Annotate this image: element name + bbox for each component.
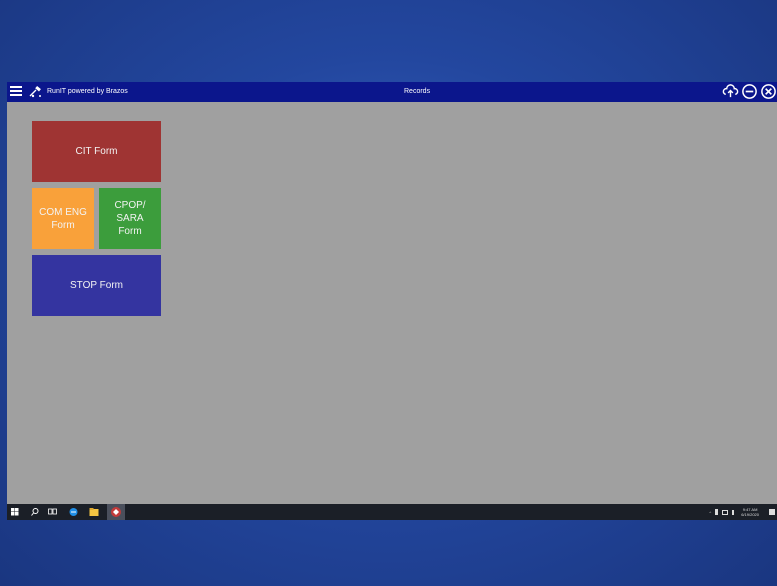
window-controls <box>722 83 777 100</box>
tile-label: Form <box>51 219 75 231</box>
chevron-up-icon[interactable]: ^ <box>709 510 711 515</box>
edge-browser-icon[interactable] <box>69 507 78 517</box>
cloud-sync-icon[interactable] <box>722 83 739 100</box>
file-explorer-icon[interactable] <box>89 507 99 517</box>
minimize-icon[interactable] <box>741 83 758 100</box>
app-name: RunIT powered by Brazos <box>47 88 128 95</box>
taskbar: ^ 9:47 AM 6/19/2020 <box>7 504 777 520</box>
tile-label: CPOP/ <box>114 200 146 211</box>
volume-icon[interactable] <box>732 509 737 515</box>
app-window: RunIT powered by Brazos Records CIT Form… <box>7 82 777 520</box>
cit-form-tile[interactable]: CIT Form <box>32 121 161 182</box>
close-icon[interactable] <box>760 83 777 100</box>
search-icon[interactable] <box>31 507 39 517</box>
network-icon[interactable] <box>722 509 729 515</box>
tile-label: SARA <box>116 213 144 224</box>
com-eng-form-tile[interactable]: COM ENG Form <box>32 188 94 249</box>
tile-label: COM ENG <box>39 206 87 218</box>
notifications-icon[interactable] <box>769 509 775 515</box>
page-title: Records <box>404 88 431 95</box>
tile-label: STOP Form <box>70 280 123 291</box>
runit-app-icon[interactable] <box>107 504 125 520</box>
stop-form-tile[interactable]: STOP Form <box>32 255 161 316</box>
tile-label: CIT Form <box>75 146 118 157</box>
cpop-sara-form-tile[interactable]: CPOP/ SARA Form <box>99 188 161 249</box>
system-tray: ^ 9:47 AM 6/19/2020 <box>709 504 775 520</box>
clock[interactable]: 9:47 AM 6/19/2020 <box>741 507 759 517</box>
menu-icon[interactable] <box>10 86 22 98</box>
tile-label: Form <box>118 226 142 237</box>
windows-start-icon[interactable] <box>11 507 19 517</box>
satellite-icon <box>29 85 41 98</box>
task-view-icon[interactable] <box>48 507 57 517</box>
clock-date: 6/19/2020 <box>741 512 759 517</box>
title-bar: RunIT powered by Brazos Records <box>7 82 777 102</box>
usb-icon[interactable] <box>715 509 719 515</box>
